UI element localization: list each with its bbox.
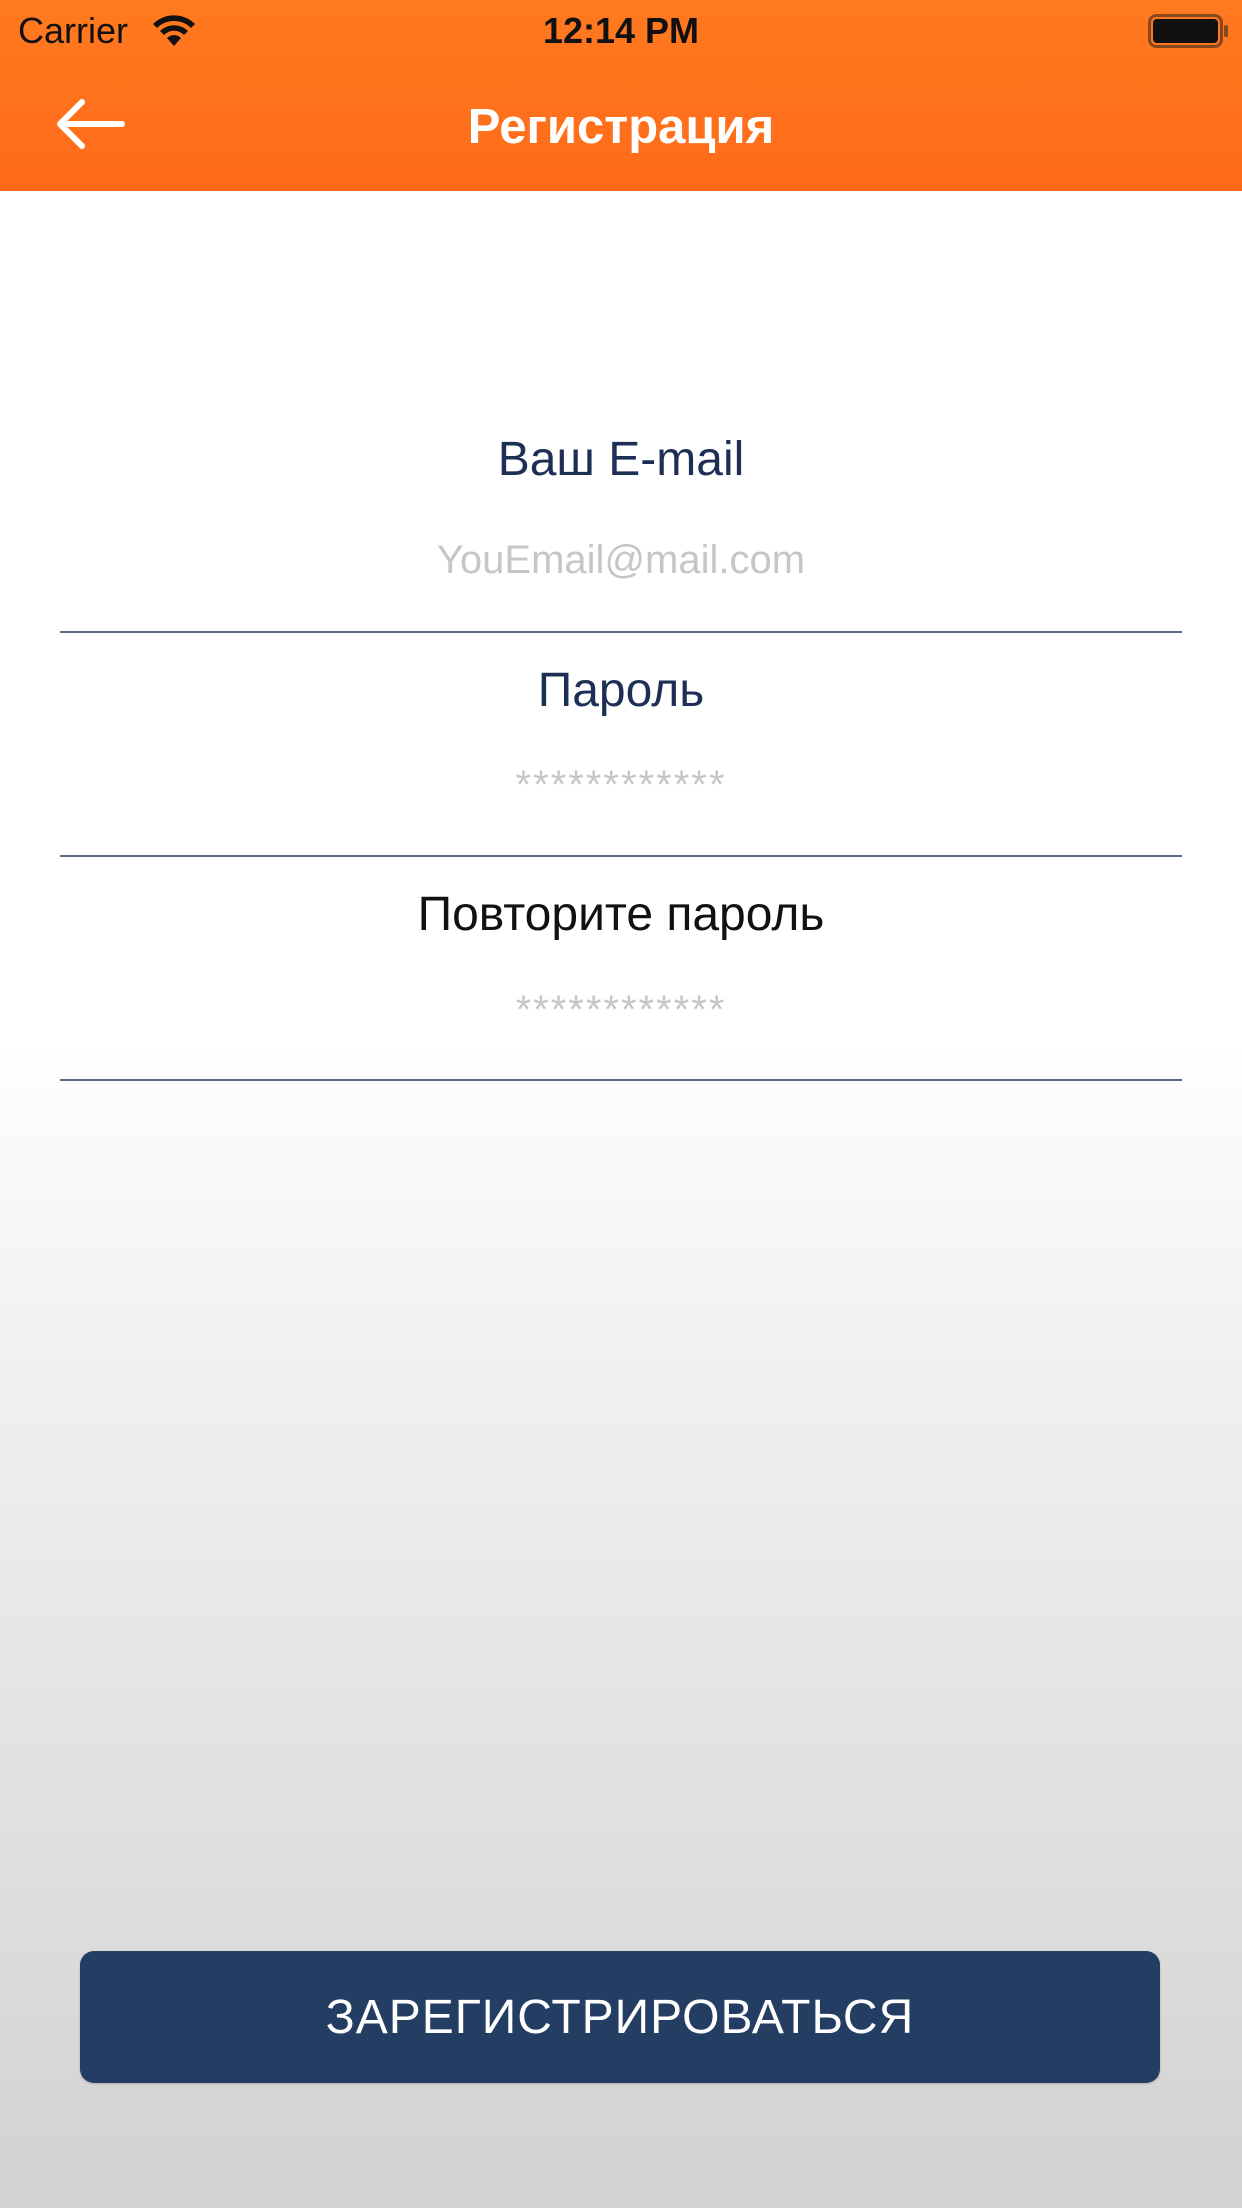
email-input[interactable] xyxy=(60,530,1182,590)
repeat-password-underline xyxy=(60,1079,1182,1081)
password-input[interactable] xyxy=(60,755,1182,815)
repeat-password-input[interactable] xyxy=(60,980,1182,1040)
status-time: 12:14 PM xyxy=(542,10,700,51)
header: Carrier 12:14 PM Регистрация xyxy=(0,0,1242,191)
page-title: Регистрация xyxy=(467,100,775,154)
repeat-password-label: Повторите пароль xyxy=(417,888,825,941)
status-bar: Carrier 12:14 PM xyxy=(0,0,1242,60)
email-underline xyxy=(60,631,1182,633)
password-label: Пароль xyxy=(537,664,705,717)
register-button[interactable]: ЗАРЕГИСТРИРОВАТЬСЯ xyxy=(80,1951,1160,2083)
email-label: Ваш E-mail xyxy=(497,433,745,486)
battery-full-icon xyxy=(1148,14,1228,48)
password-field-group: Пароль xyxy=(60,655,1182,859)
email-field-group: Ваш E-mail xyxy=(60,430,1182,634)
password-underline xyxy=(60,855,1182,857)
repeat-password-field-group: Повторите пароль xyxy=(60,880,1182,1084)
